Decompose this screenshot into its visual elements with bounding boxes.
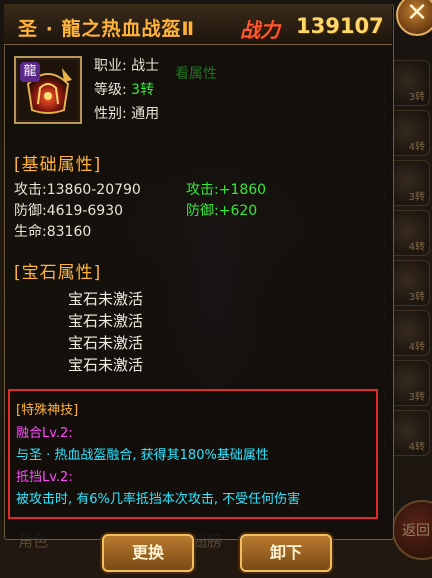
slot-level: 3转 <box>408 392 425 403</box>
gem-slot-status: 宝石未激活 <box>68 312 144 330</box>
slot-level: 4转 <box>408 342 425 353</box>
slot-level: 3转 <box>408 192 425 203</box>
slot-level: 4转 <box>408 242 425 253</box>
slot-level: 3转 <box>408 92 425 103</box>
defense-stat: 防御:4619-6930 <box>14 203 124 219</box>
base-stats: 攻击:13860-20790 防御:4619-6930 生命:83160 <box>14 180 141 243</box>
attack-stat: 攻击:13860-20790 <box>14 182 141 198</box>
skill-fusion-name: 融合Lv.2: <box>16 426 73 441</box>
tooltip-title-bar: 圣 · 龍之热血战盔Ⅱ 战力 139107 <box>4 4 392 45</box>
hp-stat: 生命:83160 <box>14 224 92 240</box>
special-skills-title: [特殊神技] <box>16 403 79 418</box>
gem-slot-status: 宝石未激活 <box>68 356 144 374</box>
gem-slot-list: 宝石未激活 宝石未激活 宝石未激活 宝石未激活 <box>68 288 143 376</box>
return-label: 返回 <box>402 523 430 539</box>
gender-label: 性别: <box>94 106 127 122</box>
slot-level: 4转 <box>408 442 425 453</box>
class-value: 战士 <box>131 58 160 74</box>
level-value: 3转 <box>131 82 155 98</box>
class-label: 职业: <box>94 58 127 74</box>
combat-power-value: 139107 <box>296 14 384 38</box>
item-name: 圣 · 龍之热血战盔Ⅱ <box>18 18 195 40</box>
item-icon-frame: 龍 <box>14 56 82 124</box>
skill-block-name: 抵挡Lv.2: <box>16 470 73 485</box>
item-info: 职业: 战士 等级: 3转 性别: 通用 <box>94 54 159 126</box>
gem-slot-status: 宝石未激活 <box>68 290 144 308</box>
replace-button[interactable]: 更换 <box>102 534 194 572</box>
base-attributes-title: [基础属性] <box>14 155 102 175</box>
level-label: 等级: <box>94 82 127 98</box>
gem-slot-status: 宝石未激活 <box>68 334 144 352</box>
slot-level: 4转 <box>408 142 425 153</box>
defense-bonus: 防御:+620 <box>186 203 258 219</box>
skill-block-desc: 被攻击时, 有6%几率抵挡本次攻击, 不受任何伤害 <box>16 492 301 507</box>
dragon-badge: 龍 <box>20 62 40 82</box>
view-attributes-link[interactable]: 看属性 <box>175 63 217 83</box>
gem-attributes-title: [宝石属性] <box>14 263 102 283</box>
special-skills-box: [特殊神技] 融合Lv.2: 与圣 · 热血战盔融合, 获得其180%基础属性 … <box>8 389 378 519</box>
slot-level: 3转 <box>408 292 425 303</box>
bonus-stats: 攻击:+1860 防御:+620 <box>186 180 266 222</box>
gender-value: 通用 <box>131 106 160 122</box>
attack-bonus: 攻击:+1860 <box>186 182 267 198</box>
skill-fusion-desc: 与圣 · 热血战盔融合, 获得其180%基础属性 <box>16 448 269 463</box>
unequip-button[interactable]: 卸下 <box>240 534 332 572</box>
combat-power-label: 战力 <box>240 18 280 42</box>
